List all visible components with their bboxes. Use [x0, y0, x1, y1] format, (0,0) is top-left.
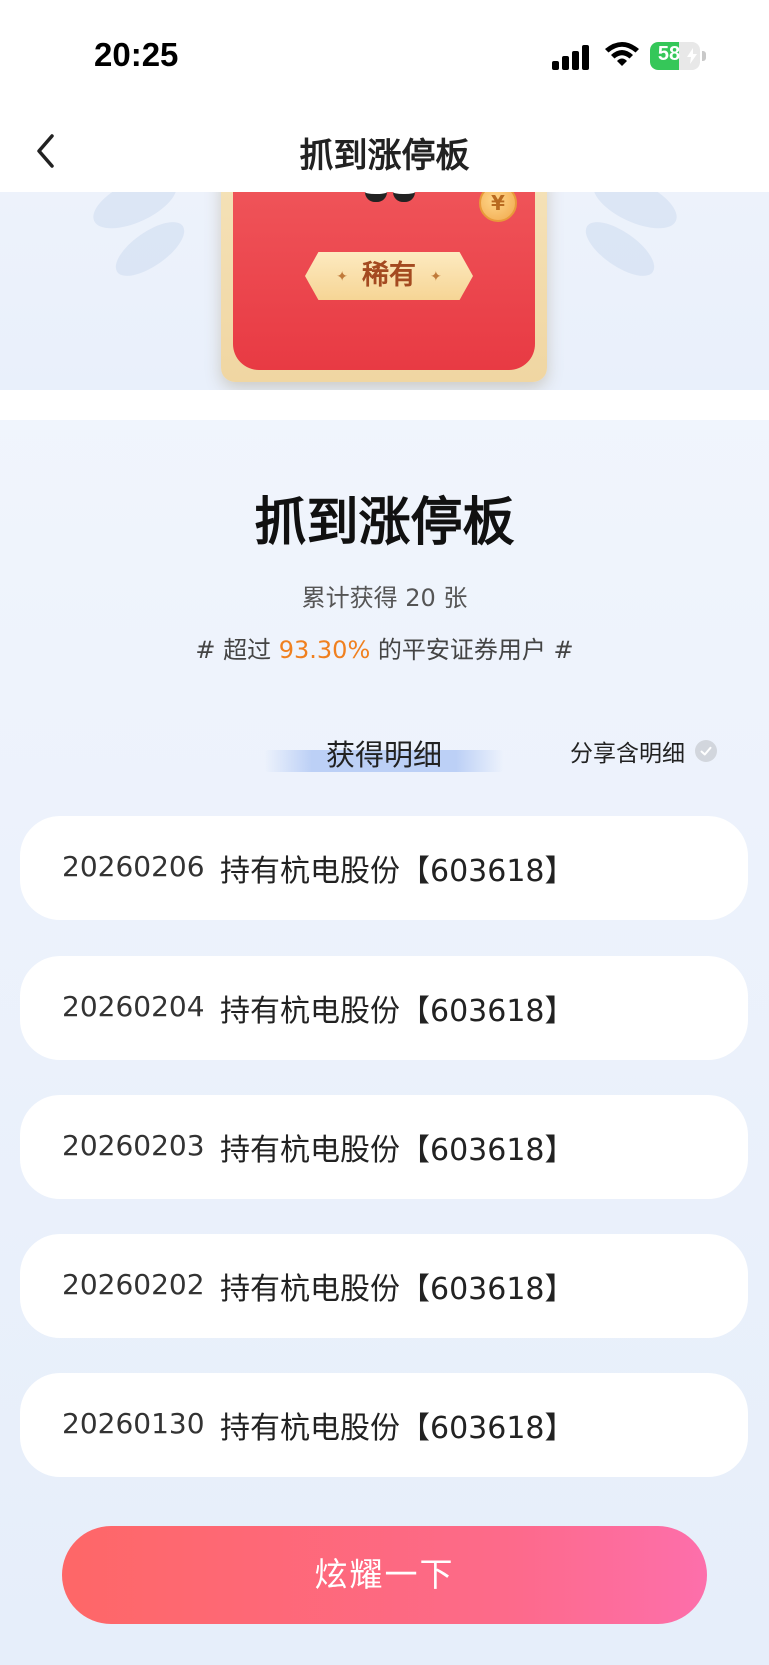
record-date: 20260206: [62, 850, 205, 883]
rarity-badge: ✦ 稀有 ✦: [305, 252, 473, 300]
charging-bolt-icon: [687, 48, 697, 64]
record-desc: 持有杭电股份【603618】: [220, 1411, 575, 1446]
record-desc: 持有杭电股份【603618】: [220, 1272, 575, 1307]
count-text: 累计获得 20 张: [301, 584, 468, 612]
check-icon[interactable]: [695, 740, 717, 762]
wifi-icon: [605, 42, 639, 66]
coin-icon: ¥: [479, 192, 517, 222]
achievement-card: ¥ ✦ 稀有 ✦: [221, 192, 547, 382]
record-desc: 持有杭电股份【603618】: [220, 994, 575, 1029]
list-item: 20260130 持有杭电股份【603618】: [20, 1373, 748, 1477]
list-item: 20260202 持有杭电股份【603618】: [20, 1234, 748, 1338]
tab-label: 获得明细: [325, 738, 442, 772]
sparkle-icon: ✦: [430, 268, 442, 285]
cellular-signal-icon: [552, 44, 592, 70]
battery-icon: 58: [650, 42, 700, 70]
record-date: 20260204: [62, 990, 205, 1023]
record-date: 20260130: [62, 1407, 205, 1440]
rank-percent: 93.30%: [278, 636, 371, 664]
share-label: 分享含明细: [570, 741, 685, 767]
share-detail-toggle[interactable]: 分享含明细: [570, 736, 717, 767]
record-desc: 持有杭电股份【603618】: [220, 854, 575, 889]
section-divider: [0, 390, 769, 420]
status-time: 20:25: [94, 36, 179, 73]
tab-detail[interactable]: 获得明细: [264, 730, 504, 776]
record-date: 20260203: [62, 1129, 205, 1162]
rank-prefix: # 超过: [195, 636, 279, 664]
status-bar: 20:25 58: [0, 0, 769, 110]
card-face: ¥ ✦ 稀有 ✦: [233, 192, 535, 370]
rank-suffix: 的平安证券用户 #: [370, 636, 574, 664]
rank-text: # 超过 93.30% 的平安证券用户 #: [0, 630, 769, 665]
summary-section: 抓到涨停板 累计获得 20 张 # 超过 93.30% 的平安证券用户 #: [0, 420, 769, 700]
sparkle-icon: ✦: [336, 268, 348, 285]
hero-banner: ¥ ✦ 稀有 ✦: [0, 192, 769, 390]
record-date: 20260202: [62, 1268, 205, 1301]
mascot-illustration: [361, 192, 417, 216]
battery-cap: [702, 51, 706, 61]
show-off-button[interactable]: 炫耀一下: [62, 1526, 707, 1624]
page-title: 抓到涨停板: [299, 136, 470, 176]
nav-bar: 抓到涨停板: [0, 110, 769, 192]
record-desc: 持有杭电股份【603618】: [220, 1133, 575, 1168]
battery-level: 58: [657, 43, 681, 65]
list-item: 20260203 持有杭电股份【603618】: [20, 1095, 748, 1199]
achievement-title: 抓到涨停板: [254, 493, 515, 553]
rarity-label: 稀有: [362, 260, 416, 291]
list-item: 20260204 持有杭电股份【603618】: [20, 956, 748, 1060]
list-item: 20260206 持有杭电股份【603618】: [20, 816, 748, 920]
